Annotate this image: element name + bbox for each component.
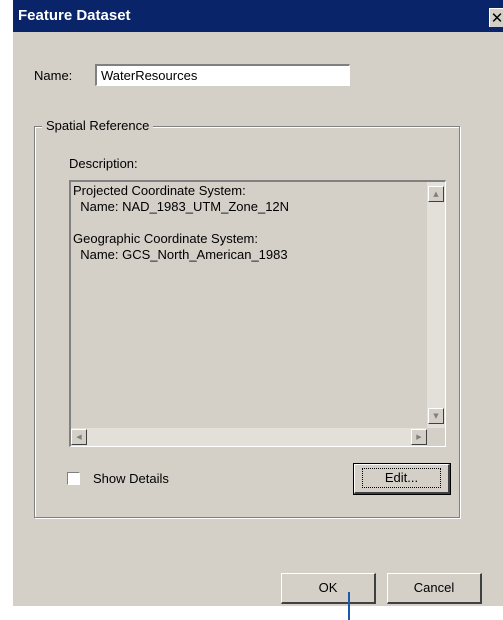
horizontal-scrollbar[interactable]: ◀ ▶ <box>71 428 427 446</box>
edit-button-label: Edit... <box>361 468 442 488</box>
show-details-label[interactable]: Show Details <box>93 471 169 486</box>
arrow-right-icon: ▶ <box>416 433 422 441</box>
description-textbox[interactable]: Projected Coordinate System: Name: NAD_1… <box>69 180 446 447</box>
description-label: Description: <box>69 156 138 171</box>
callout-line <box>348 592 350 620</box>
name-input[interactable]: WaterResources <box>95 64 350 86</box>
title-bar: Feature Dataset <box>13 0 503 32</box>
ok-button[interactable]: OK <box>281 573 376 604</box>
cancel-button[interactable]: Cancel <box>387 573 482 604</box>
scroll-left-button[interactable]: ◀ <box>71 429 87 445</box>
close-icon: ✕ <box>490 9 503 27</box>
spatial-reference-group-label: Spatial Reference <box>42 118 154 133</box>
dialog-title: Feature Dataset <box>18 7 131 24</box>
edit-button[interactable]: Edit... <box>353 463 451 495</box>
arrow-up-icon: ▲ <box>433 190 439 198</box>
scroll-down-button[interactable]: ▼ <box>428 408 444 424</box>
show-details-checkbox[interactable] <box>67 472 80 485</box>
vertical-scrollbar[interactable]: ▲ ▼ <box>427 182 445 428</box>
scroll-up-button[interactable]: ▲ <box>428 186 444 202</box>
close-button[interactable]: ✕ <box>489 8 503 27</box>
name-label: Name: <box>34 68 73 83</box>
scroll-right-button[interactable]: ▶ <box>411 429 427 445</box>
arrow-left-icon: ◀ <box>76 433 82 441</box>
description-text: Projected Coordinate System: Name: NAD_1… <box>73 183 290 262</box>
arrow-down-icon: ▼ <box>433 412 439 420</box>
